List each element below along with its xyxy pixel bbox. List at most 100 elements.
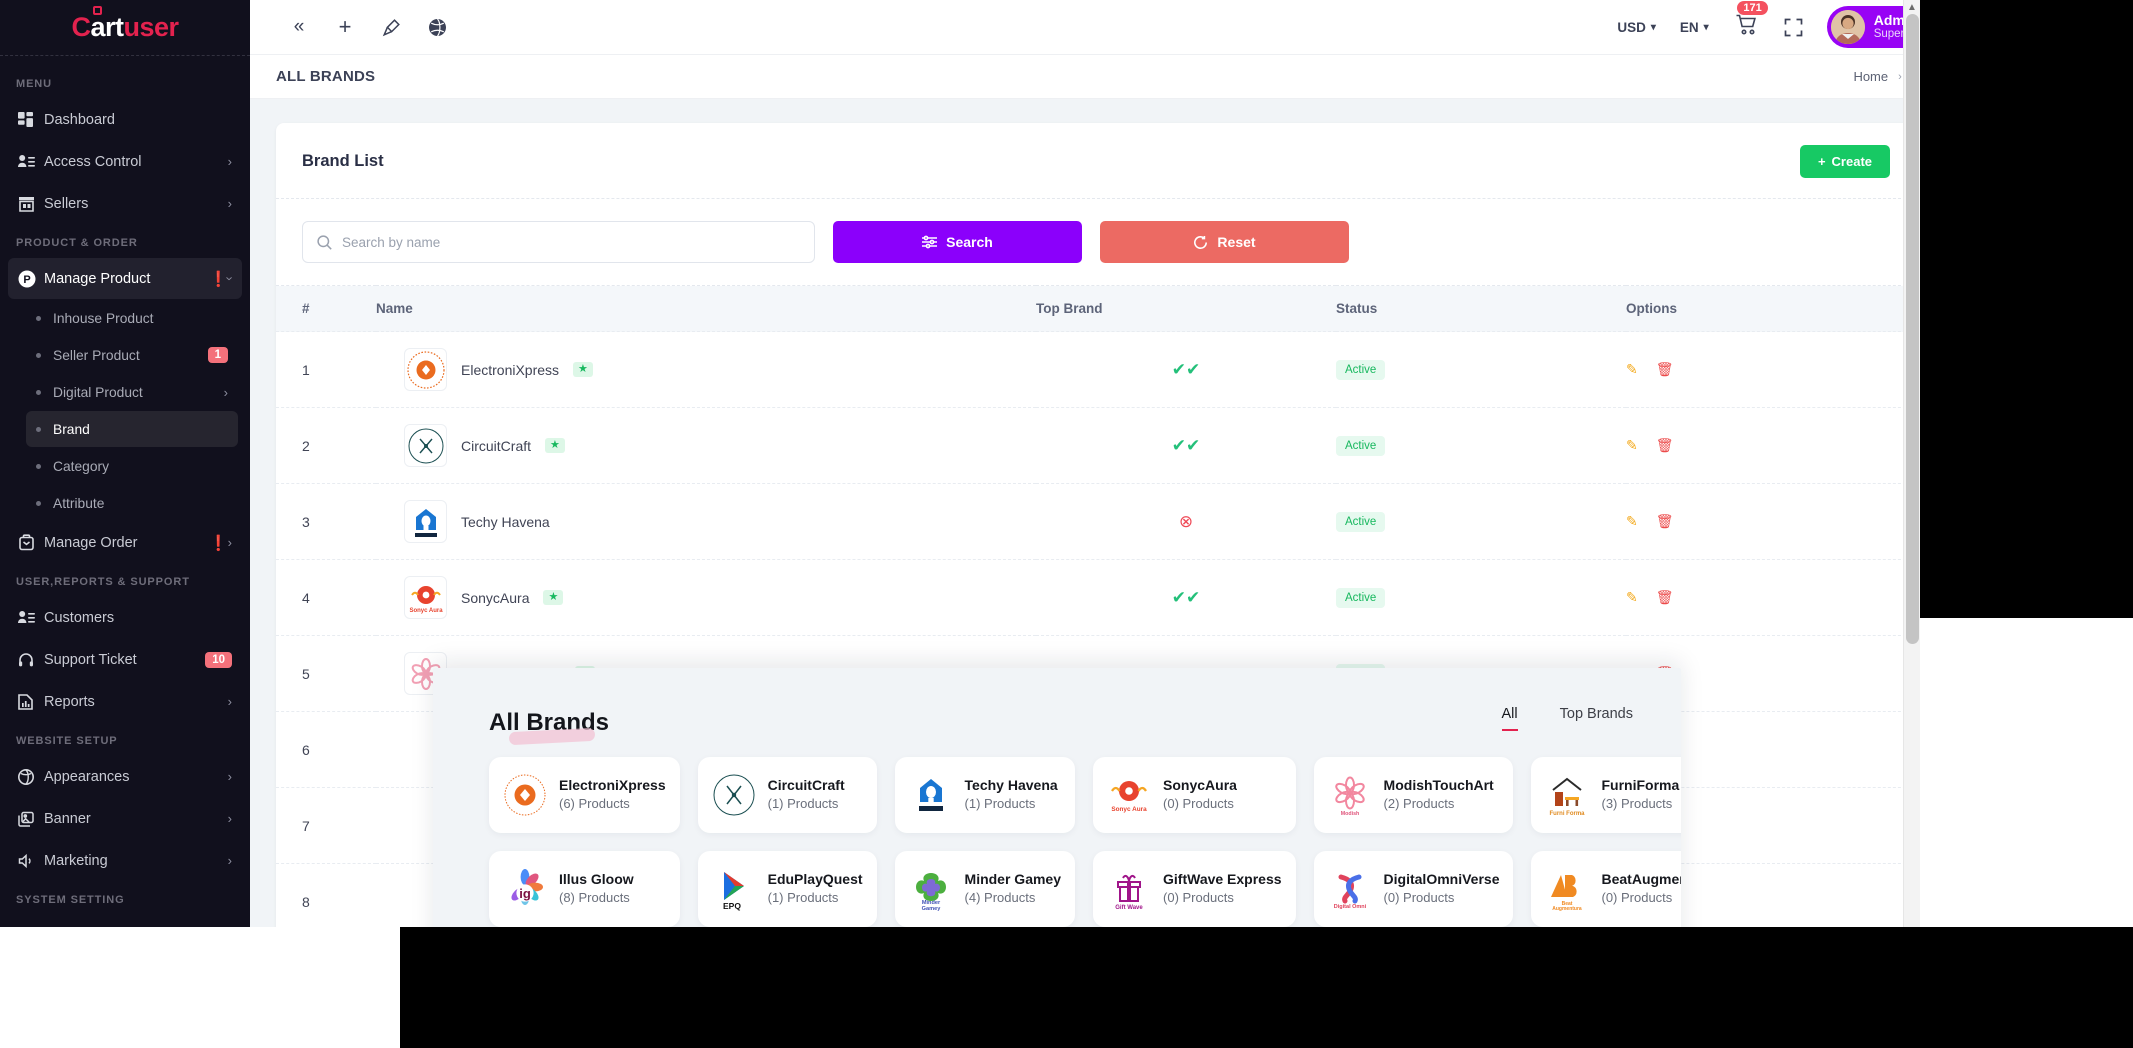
- table-row[interactable]: 1 ElectroniXpress ★ ✔✔ Active: [276, 332, 1916, 408]
- svg-text:Gift Wave: Gift Wave: [1115, 905, 1143, 911]
- edit-icon[interactable]: ✎: [1626, 437, 1638, 454]
- brand-card[interactable]: EPQ EduPlayQuest(1) Products: [698, 851, 877, 927]
- speaker-icon: [18, 853, 44, 869]
- sidebar-subitem-digital-product[interactable]: Digital Product ›: [26, 374, 238, 410]
- tab-all[interactable]: All: [1502, 706, 1518, 731]
- sidebar-label: Banner: [44, 811, 228, 827]
- sidebar-label: Marketing: [44, 853, 228, 869]
- brand-card[interactable]: Techy Havena(1) Products: [895, 757, 1075, 833]
- cancel-circle-icon: ⊗: [1179, 512, 1193, 532]
- delete-icon[interactable]: 🗑: [1656, 437, 1674, 454]
- brand-card-count: (3) Products: [1601, 795, 1679, 813]
- cart-button[interactable]: 171: [1723, 7, 1770, 47]
- sidebar-item-banner[interactable]: Banner ›: [8, 798, 242, 839]
- logo-part-3: user: [123, 12, 178, 42]
- brand-card-name: Illus Gloow: [559, 870, 634, 889]
- brand-card-count: (0) Products: [1163, 795, 1237, 813]
- brand-card[interactable]: Digital Omni DigitalOmniVerse(0) Product…: [1314, 851, 1514, 927]
- edit-icon[interactable]: ✎: [1626, 589, 1638, 606]
- brand-card[interactable]: CircuitCraft(1) Products: [698, 757, 877, 833]
- sidebar-item-marketing[interactable]: Marketing ›: [8, 840, 242, 881]
- sidebar-label: Support Ticket: [44, 652, 205, 668]
- digitalomniverse-logo-icon: Digital Omni: [1328, 867, 1372, 911]
- row-status: Active: [1336, 560, 1626, 636]
- svg-text:Augmentura: Augmentura: [1553, 906, 1583, 911]
- sidebar-subitem-category[interactable]: Category: [26, 448, 238, 484]
- brand-card[interactable]: Furni Forma FurniForma(3) Products: [1531, 757, 1681, 833]
- search-button[interactable]: Search: [833, 221, 1082, 263]
- search-field-wrapper[interactable]: [302, 221, 815, 263]
- table-row[interactable]: 2 CircuitCraft ★ ✔✔ Active: [276, 408, 1916, 484]
- brand-card[interactable]: MinderGamey Minder Gamey(4) Products: [895, 851, 1075, 927]
- brand-logo-icon: [404, 424, 447, 467]
- scroll-up-arrow-icon[interactable]: ▲: [1907, 2, 1917, 13]
- sidebar-label: Manage Order: [44, 535, 203, 551]
- sidebar-item-customers[interactable]: Customers: [8, 597, 242, 638]
- sidebar-item-reports[interactable]: Reports ›: [8, 681, 242, 722]
- bullet-icon: [36, 390, 41, 395]
- brand-card-name: DigitalOmniVerse: [1384, 870, 1500, 889]
- add-icon[interactable]: +: [322, 14, 368, 40]
- sidebar-item-dashboard[interactable]: Dashboard: [8, 99, 242, 140]
- sidebar-label: Manage Product: [44, 271, 203, 287]
- page-scrollbar[interactable]: ▲: [1903, 0, 1920, 927]
- language-label: EN: [1680, 20, 1699, 35]
- brand-card[interactable]: Gift Wave GiftWave Express(0) Products: [1093, 851, 1296, 927]
- brand-card[interactable]: Modish ModishTouchArt(2) Products: [1314, 757, 1514, 833]
- sidebar-item-sellers[interactable]: Sellers ›: [8, 183, 242, 224]
- delete-icon[interactable]: 🗑: [1656, 513, 1674, 530]
- edit-icon[interactable]: ✎: [1626, 513, 1638, 530]
- sidebar-sublabel: Digital Product: [53, 385, 224, 400]
- sidebar-item-support-ticket[interactable]: Support Ticket 10: [8, 639, 242, 680]
- row-name-cell: Sonyc Aura SonycAura ★: [376, 560, 1036, 636]
- scrollbar-thumb[interactable]: [1906, 14, 1919, 644]
- row-name-cell: ElectroniXpress ★: [376, 332, 1036, 408]
- sidebar-divider: [0, 55, 250, 56]
- brand-card-count: (4) Products: [965, 889, 1061, 907]
- brand-card[interactable]: Sonyc Aura SonycAura(0) Products: [1093, 757, 1296, 833]
- row-top-brand: ✔✔: [1036, 408, 1336, 484]
- svg-text:Sonyc Aura: Sonyc Aura: [409, 608, 443, 614]
- sidebar-item-appearances[interactable]: Appearances ›: [8, 756, 242, 797]
- brand-card[interactable]: BeatAugmentura BeatAugmentura(0) Product…: [1531, 851, 1681, 927]
- filter-row: Search Reset: [276, 199, 1916, 285]
- sidebar-item-manage-order[interactable]: Manage Order ❗ ›: [8, 522, 242, 563]
- logo-part-2: art: [90, 12, 123, 42]
- paint-icon[interactable]: [368, 18, 414, 37]
- sidebar-item-manage-product[interactable]: P Manage Product ❗ ›: [8, 258, 242, 299]
- row-options: ✎🗑: [1626, 560, 1916, 636]
- fullscreen-button[interactable]: [1774, 12, 1813, 43]
- currency-selector[interactable]: USD ▾: [1607, 14, 1666, 41]
- brand-card[interactable]: ig Illus Gloow(8) Products: [489, 851, 680, 927]
- create-button[interactable]: + Create: [1800, 145, 1890, 178]
- column-options: Options: [1626, 286, 1916, 332]
- delete-icon[interactable]: 🗑: [1656, 361, 1674, 378]
- chevron-right-icon: ›: [1898, 71, 1902, 83]
- globe-icon[interactable]: [414, 18, 460, 37]
- search-input[interactable]: [342, 235, 800, 250]
- sidebar-subitem-attribute[interactable]: Attribute: [26, 485, 238, 521]
- row-top-brand: ✔✔: [1036, 560, 1336, 636]
- tab-top-brands[interactable]: Top Brands: [1560, 706, 1633, 731]
- language-selector[interactable]: EN ▾: [1670, 14, 1719, 41]
- overlay-header: All Brands All Top Brands: [433, 668, 1681, 737]
- brand-card[interactable]: ElectroniXpress(6) Products: [489, 757, 680, 833]
- table-row[interactable]: 4 Sonyc Aura SonycAura ★ ✔✔ Active: [276, 560, 1916, 636]
- sidebar-subitem-brand[interactable]: Brand: [26, 411, 238, 447]
- row-index: 6: [276, 712, 376, 788]
- brand-card-name: GiftWave Express: [1163, 870, 1282, 889]
- delete-icon[interactable]: 🗑: [1656, 589, 1674, 606]
- sidebar-item-access-control[interactable]: Access Control ›: [8, 141, 242, 182]
- brand-logo[interactable]: Cartuser: [0, 0, 250, 55]
- sidebar-subitem-seller-product[interactable]: Seller Product 1: [26, 337, 238, 373]
- sidebar-subitem-inhouse-product[interactable]: Inhouse Product: [26, 300, 238, 336]
- brand-card-name: ModishTouchArt: [1384, 776, 1494, 795]
- table-row[interactable]: 3 Techy Havena ⊗ Active ✎🗑: [276, 484, 1916, 560]
- overlay-tabs: All Top Brands: [1502, 706, 1633, 737]
- edit-icon[interactable]: ✎: [1626, 361, 1638, 378]
- svg-text:P: P: [23, 274, 30, 286]
- reset-button[interactable]: Reset: [1100, 221, 1349, 263]
- breadcrumb-home[interactable]: Home: [1853, 69, 1888, 84]
- eduplayquest-logo-icon: EPQ: [712, 867, 756, 911]
- collapse-sidebar-icon[interactable]: «: [276, 16, 322, 38]
